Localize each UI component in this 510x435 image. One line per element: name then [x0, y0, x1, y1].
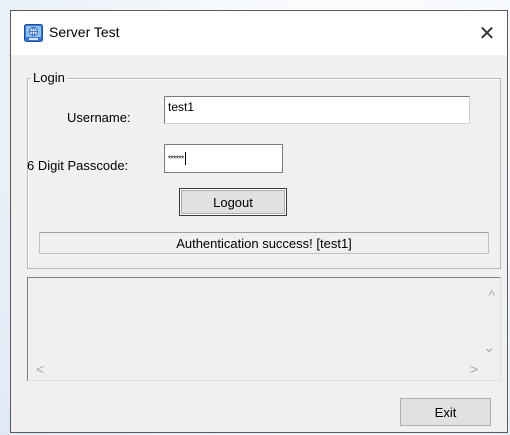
scroll-up-icon[interactable]: ^	[488, 288, 495, 302]
app-globe-icon	[24, 24, 43, 42]
window-title: Server Test	[49, 24, 120, 40]
login-group-legend: Login	[31, 70, 67, 85]
close-icon: ✕	[478, 22, 496, 45]
status-bar: Authentication success! [test1]	[39, 232, 489, 254]
close-button[interactable]: ✕	[467, 11, 507, 55]
username-value: test1	[168, 100, 195, 114]
server-test-window: Server Test ✕ Login Username: test1 6 Di…	[10, 10, 508, 433]
logout-button[interactable]: Logout	[179, 188, 287, 216]
text-caret	[184, 152, 186, 166]
passcode-input[interactable]: ******	[164, 144, 283, 173]
passcode-value: ******	[168, 154, 184, 164]
scroll-left-icon[interactable]: <	[36, 362, 44, 376]
status-text: Authentication success! [test1]	[176, 235, 352, 251]
exit-button-label: Exit	[434, 404, 457, 420]
scroll-down-icon[interactable]: ⌄	[483, 340, 495, 354]
title-bar[interactable]: Server Test ✕	[11, 11, 507, 55]
exit-button[interactable]: Exit	[400, 398, 491, 426]
logout-button-label: Logout	[213, 194, 253, 210]
passcode-label: 6 Digit Passcode:	[27, 158, 129, 173]
scroll-right-icon[interactable]: >	[470, 362, 478, 376]
log-output-box[interactable]: ^ ⌄ < >	[27, 277, 501, 381]
username-input[interactable]: test1	[164, 96, 470, 124]
username-label: Username:	[67, 110, 131, 125]
